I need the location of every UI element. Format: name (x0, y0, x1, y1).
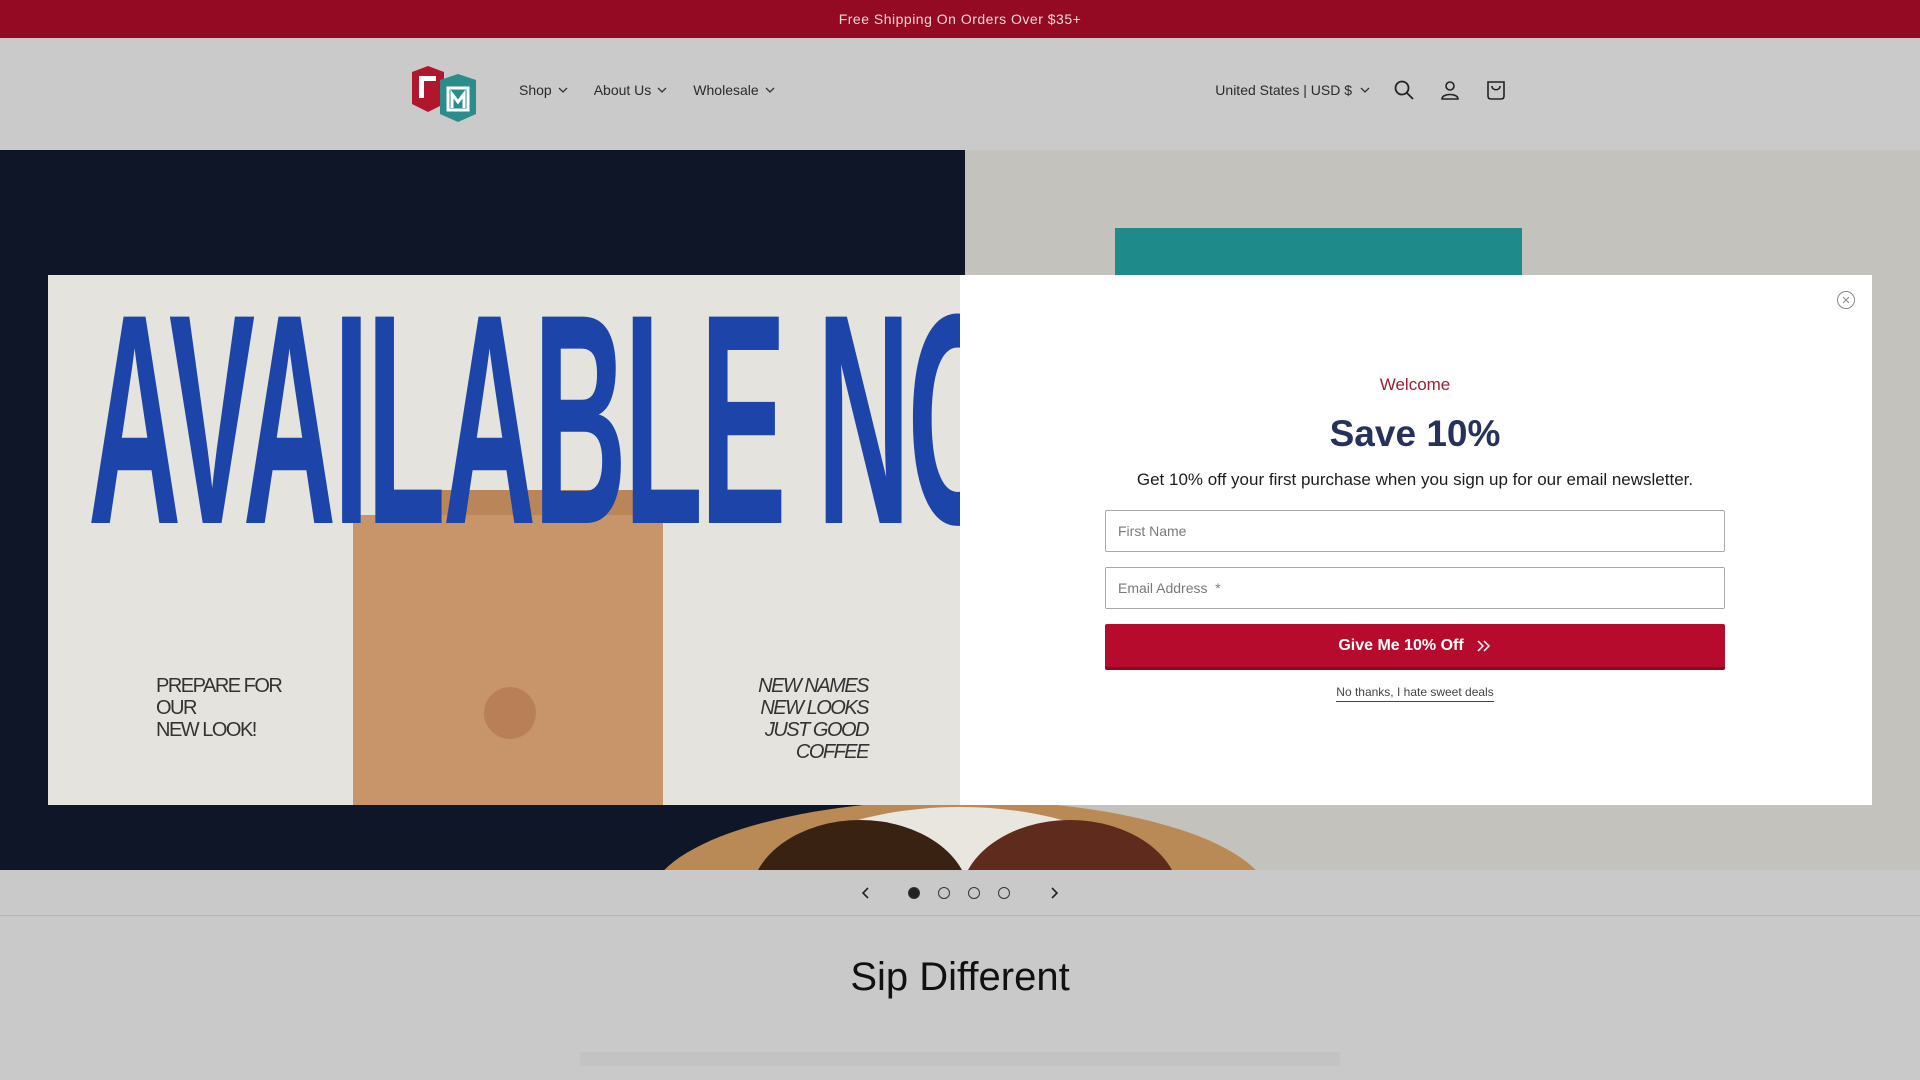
promo-text-right-line: JUST GOOD (764, 719, 870, 741)
promo-text-right-line: NEW LOOKS (760, 697, 869, 719)
chevron-down-icon (765, 87, 775, 93)
chevron-left-icon[interactable] (857, 884, 875, 902)
chevron-down-icon (558, 87, 568, 93)
first-name-field[interactable] (1105, 510, 1725, 552)
promo-text-left-line: OUR (156, 697, 197, 719)
coffee-bag-valve (484, 687, 536, 739)
country-selector-label: United States | USD $ (1215, 82, 1352, 98)
section-subtext-placeholder (580, 1052, 1340, 1066)
slider-dots (908, 887, 1010, 899)
popup-subtitle: Get 10% off your first purchase when you… (1136, 470, 1694, 489)
close-icon[interactable] (1836, 290, 1856, 310)
announcement-bar: Free Shipping On Orders Over $35+ (0, 0, 1920, 38)
promo-text-left: PREPARE FOR OUR NEW LOOK! (156, 675, 283, 741)
slider-dot-2[interactable] (938, 887, 950, 899)
double-chevron-right-icon (1477, 639, 1490, 652)
promo-text-left-line: NEW LOOK! (156, 719, 257, 741)
promo-text-right-line: COFFEE (795, 741, 870, 763)
email-field[interactable] (1105, 567, 1725, 609)
announcement-text: Free Shipping On Orders Over $35+ (838, 11, 1082, 27)
promo-text-left-line: PREPARE FOR (156, 675, 283, 697)
claim-discount-button[interactable]: Give Me 10% Off (1105, 624, 1725, 670)
site-header: Shop About Us Wholesale United States | … (0, 38, 1920, 150)
decline-link[interactable]: No thanks, I hate sweet deals (1336, 685, 1494, 702)
nav-wholesale-label: Wholesale (693, 82, 759, 98)
nav-shop-label: Shop (519, 82, 552, 98)
claim-discount-label: Give Me 10% Off (1338, 636, 1464, 654)
chevron-down-icon (1360, 87, 1370, 93)
slider-dot-4[interactable] (998, 887, 1010, 899)
popup-promo-image: AVAILABLE NOW PREPARE FOR OUR NEW LOOK! … (48, 275, 960, 805)
promo-text-right-line: NEW NAMES (758, 675, 869, 697)
search-icon[interactable] (1392, 78, 1416, 102)
nav-about-us-label: About Us (593, 82, 652, 98)
chevron-down-icon (657, 87, 667, 93)
promo-headline: AVAILABLE NOW (88, 275, 960, 587)
nav-shop[interactable]: Shop (519, 82, 568, 98)
nav-wholesale[interactable]: Wholesale (693, 82, 775, 98)
decline-link-wrap: No thanks, I hate sweet deals (1105, 685, 1725, 702)
slider-dot-3[interactable] (968, 887, 980, 899)
country-selector[interactable]: United States | USD $ (1215, 82, 1370, 98)
slider-dot-1[interactable] (908, 887, 920, 899)
newsletter-popup: AVAILABLE NOW PREPARE FOR OUR NEW LOOK! … (48, 275, 1872, 805)
section-title: Sip Different (850, 955, 1070, 999)
popup-eyebrow: Welcome (1379, 375, 1451, 394)
hero-coffee-image (630, 805, 1290, 870)
brand-logo[interactable] (410, 64, 480, 124)
header-utilities: United States | USD $ (1215, 78, 1508, 102)
nav-about-us[interactable]: About Us (594, 82, 668, 98)
promo-text-right: NEW NAMES NEW LOOKS JUST GOOD COFFEE (758, 675, 870, 763)
cart-icon[interactable] (1484, 78, 1508, 102)
popup-title: Save 10% (1329, 413, 1501, 454)
account-icon[interactable] (1438, 78, 1462, 102)
main-nav: Shop About Us Wholesale (519, 82, 775, 98)
chevron-right-icon[interactable] (1045, 884, 1063, 902)
